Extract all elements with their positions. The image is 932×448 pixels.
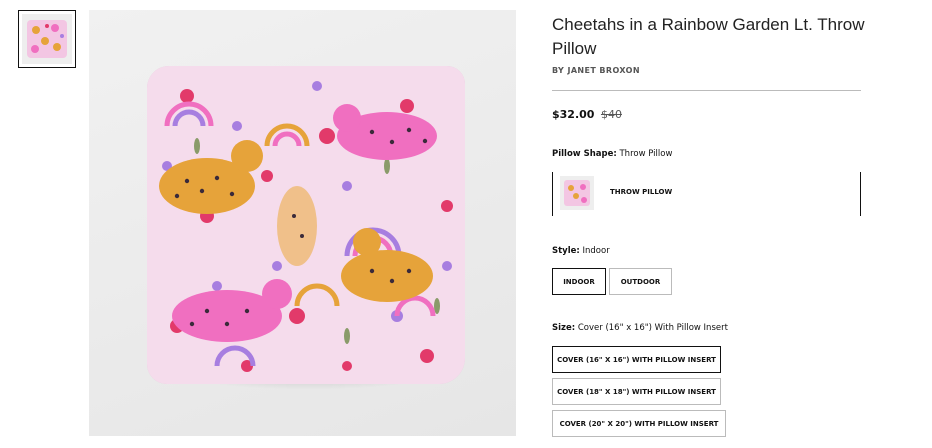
throw-pillow-image [560,176,594,210]
pillow-artwork [147,66,465,384]
artist-byline[interactable]: BY JANET BROXON [552,66,640,75]
style-label: Style: [552,246,580,256]
price: $32.00 $40 [552,108,622,121]
style-option-label: Style: Indoor [552,246,610,256]
current-price: $32.00 [552,108,595,121]
shape-option-label: Pillow Shape: Throw Pillow [552,149,672,159]
product-image [89,10,516,436]
product-title: Cheetahs in a Rainbow Garden Lt. Throw P… [552,15,865,58]
shape-option-throw-pillow[interactable]: THROW PILLOW [552,172,861,216]
size-value: Cover (16" x 16") With Pillow Insert [577,323,728,333]
size-18-button[interactable]: COVER (18" X 18") WITH PILLOW INSERT [552,378,721,405]
style-outdoor-button[interactable]: OUTDOOR [609,268,672,295]
throw-pillow-label: THROW PILLOW [610,188,673,196]
shape-label: Pillow Shape: [552,149,617,159]
size-option-label: Size: Cover (16" x 16") With Pillow Inse… [552,323,728,333]
original-price: $40 [600,108,622,121]
size-label: Size: [552,323,576,333]
divider [552,90,861,91]
size-20-button[interactable]: COVER (20" X 20") WITH PILLOW INSERT [552,410,726,437]
shape-value: Throw Pillow [619,149,673,159]
style-value: Indoor [582,246,610,256]
size-16-button[interactable]: COVER (16" X 16") WITH PILLOW INSERT [552,346,721,373]
thumbnail-image [22,14,72,64]
product-thumbnail[interactable] [18,10,76,68]
style-indoor-button[interactable]: INDOOR [552,268,606,295]
